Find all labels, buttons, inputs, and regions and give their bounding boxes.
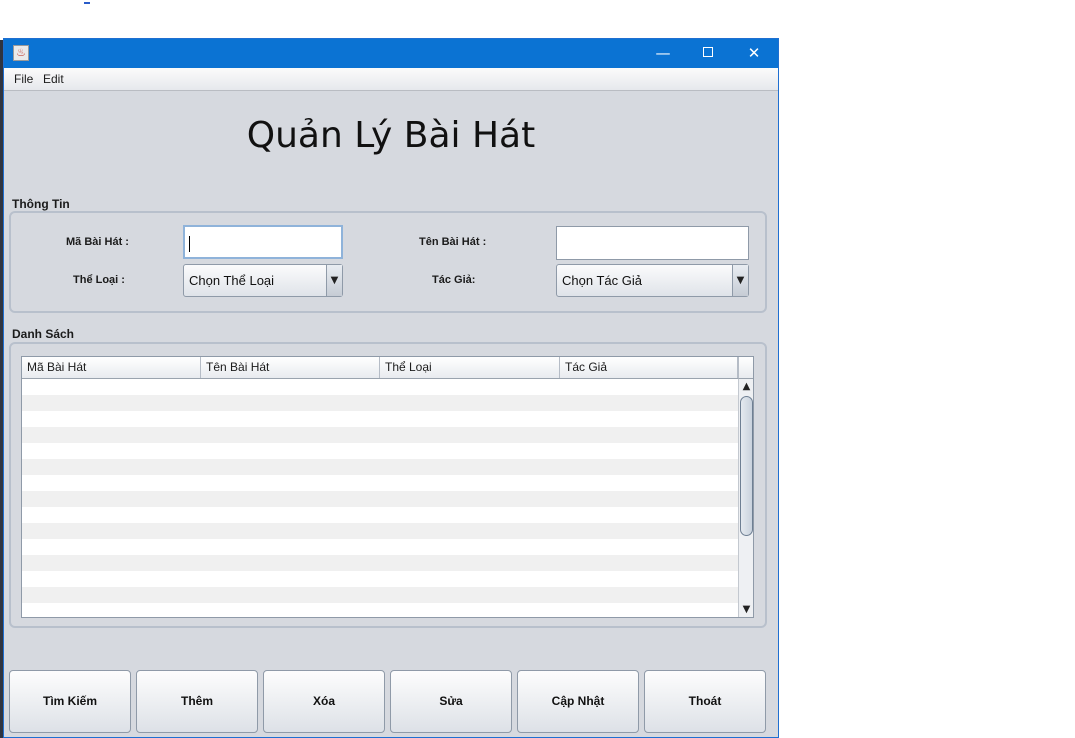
table-row[interactable] <box>22 507 738 523</box>
edit-button[interactable]: Sửa <box>390 670 512 733</box>
list-section-title: Danh Sách <box>12 327 75 341</box>
ma-bai-hat-input[interactable] <box>183 225 343 259</box>
menu-edit[interactable]: Edit <box>43 72 64 86</box>
java-coffee-icon: ♨ <box>13 45 29 61</box>
table-row[interactable] <box>22 571 738 587</box>
chevron-down-icon[interactable]: ▼ <box>732 265 748 296</box>
table-row[interactable] <box>22 475 738 491</box>
delete-button[interactable]: Xóa <box>263 670 385 733</box>
desktop-background: ♨ — ✕ File Edit Quản Lý Bài Hát Thông Ti… <box>0 0 1075 738</box>
tac-gia-label: Tác Giả: <box>432 274 476 286</box>
maximize-icon <box>703 47 713 57</box>
ma-bai-hat-label: Mã Bài Hát : <box>66 236 129 248</box>
table-header-corner <box>738 357 753 379</box>
tac-gia-selected: Chọn Tác Giả <box>562 273 642 288</box>
column-header-tac-gia[interactable]: Tác Giả <box>560 357 738 378</box>
background-mark <box>84 0 90 4</box>
table-row[interactable] <box>22 523 738 539</box>
column-header-ten-bai-hat[interactable]: Tên Bài Hát <box>201 357 380 378</box>
table-row[interactable] <box>22 459 738 475</box>
ten-bai-hat-input[interactable] <box>556 226 749 260</box>
text-caret <box>189 235 190 252</box>
minimize-button[interactable]: — <box>640 39 686 68</box>
table-header: Mã Bài Hát Tên Bài Hát Thể Loại Tác Giả <box>22 357 738 379</box>
info-section-title: Thông Tin <box>12 197 70 211</box>
table-row[interactable] <box>22 491 738 507</box>
add-button[interactable]: Thêm <box>136 670 258 733</box>
app-window: ♨ — ✕ File Edit Quản Lý Bài Hát Thông Ti… <box>3 38 779 738</box>
table-row[interactable] <box>22 395 738 411</box>
song-table[interactable]: Mã Bài Hát Tên Bài Hát Thể Loại Tác Giả … <box>21 356 754 618</box>
update-button[interactable]: Cập Nhật <box>517 670 639 733</box>
the-loai-select[interactable]: Chọn Thể Loại ▼ <box>183 264 343 297</box>
table-body[interactable] <box>22 379 738 617</box>
column-header-ma-bai-hat[interactable]: Mã Bài Hát <box>22 357 201 378</box>
menu-file[interactable]: File <box>14 72 33 86</box>
table-row[interactable] <box>22 411 738 427</box>
the-loai-selected: Chọn Thể Loại <box>189 273 275 288</box>
table-row[interactable] <box>22 443 738 459</box>
close-button[interactable]: ✕ <box>731 39 777 68</box>
tac-gia-select[interactable]: Chọn Tác Giả ▼ <box>556 264 749 297</box>
exit-button[interactable]: Thoát <box>644 670 766 733</box>
arrow-up-icon[interactable]: ▲ <box>739 379 753 394</box>
chevron-down-icon[interactable]: ▼ <box>326 265 342 296</box>
menu-bar: File Edit <box>4 68 778 91</box>
table-row[interactable] <box>22 555 738 571</box>
maximize-button[interactable] <box>685 39 731 68</box>
page-title: Quản Lý Bài Hát <box>246 115 536 156</box>
table-row[interactable] <box>22 587 738 603</box>
scrollbar-thumb[interactable] <box>740 396 753 536</box>
title-bar[interactable]: ♨ — ✕ <box>4 39 778 68</box>
table-row[interactable] <box>22 603 738 617</box>
table-row[interactable] <box>22 427 738 443</box>
arrow-down-icon[interactable]: ▼ <box>739 602 753 617</box>
table-scrollbar[interactable]: ▲ ▼ <box>738 379 753 617</box>
search-button[interactable]: Tìm Kiếm <box>9 670 131 733</box>
the-loai-label: Thể Loại : <box>73 274 125 286</box>
table-row[interactable] <box>22 539 738 555</box>
column-header-the-loai[interactable]: Thể Loại <box>380 357 560 378</box>
ten-bai-hat-label: Tên Bài Hát : <box>419 236 487 248</box>
table-row[interactable] <box>22 379 738 395</box>
